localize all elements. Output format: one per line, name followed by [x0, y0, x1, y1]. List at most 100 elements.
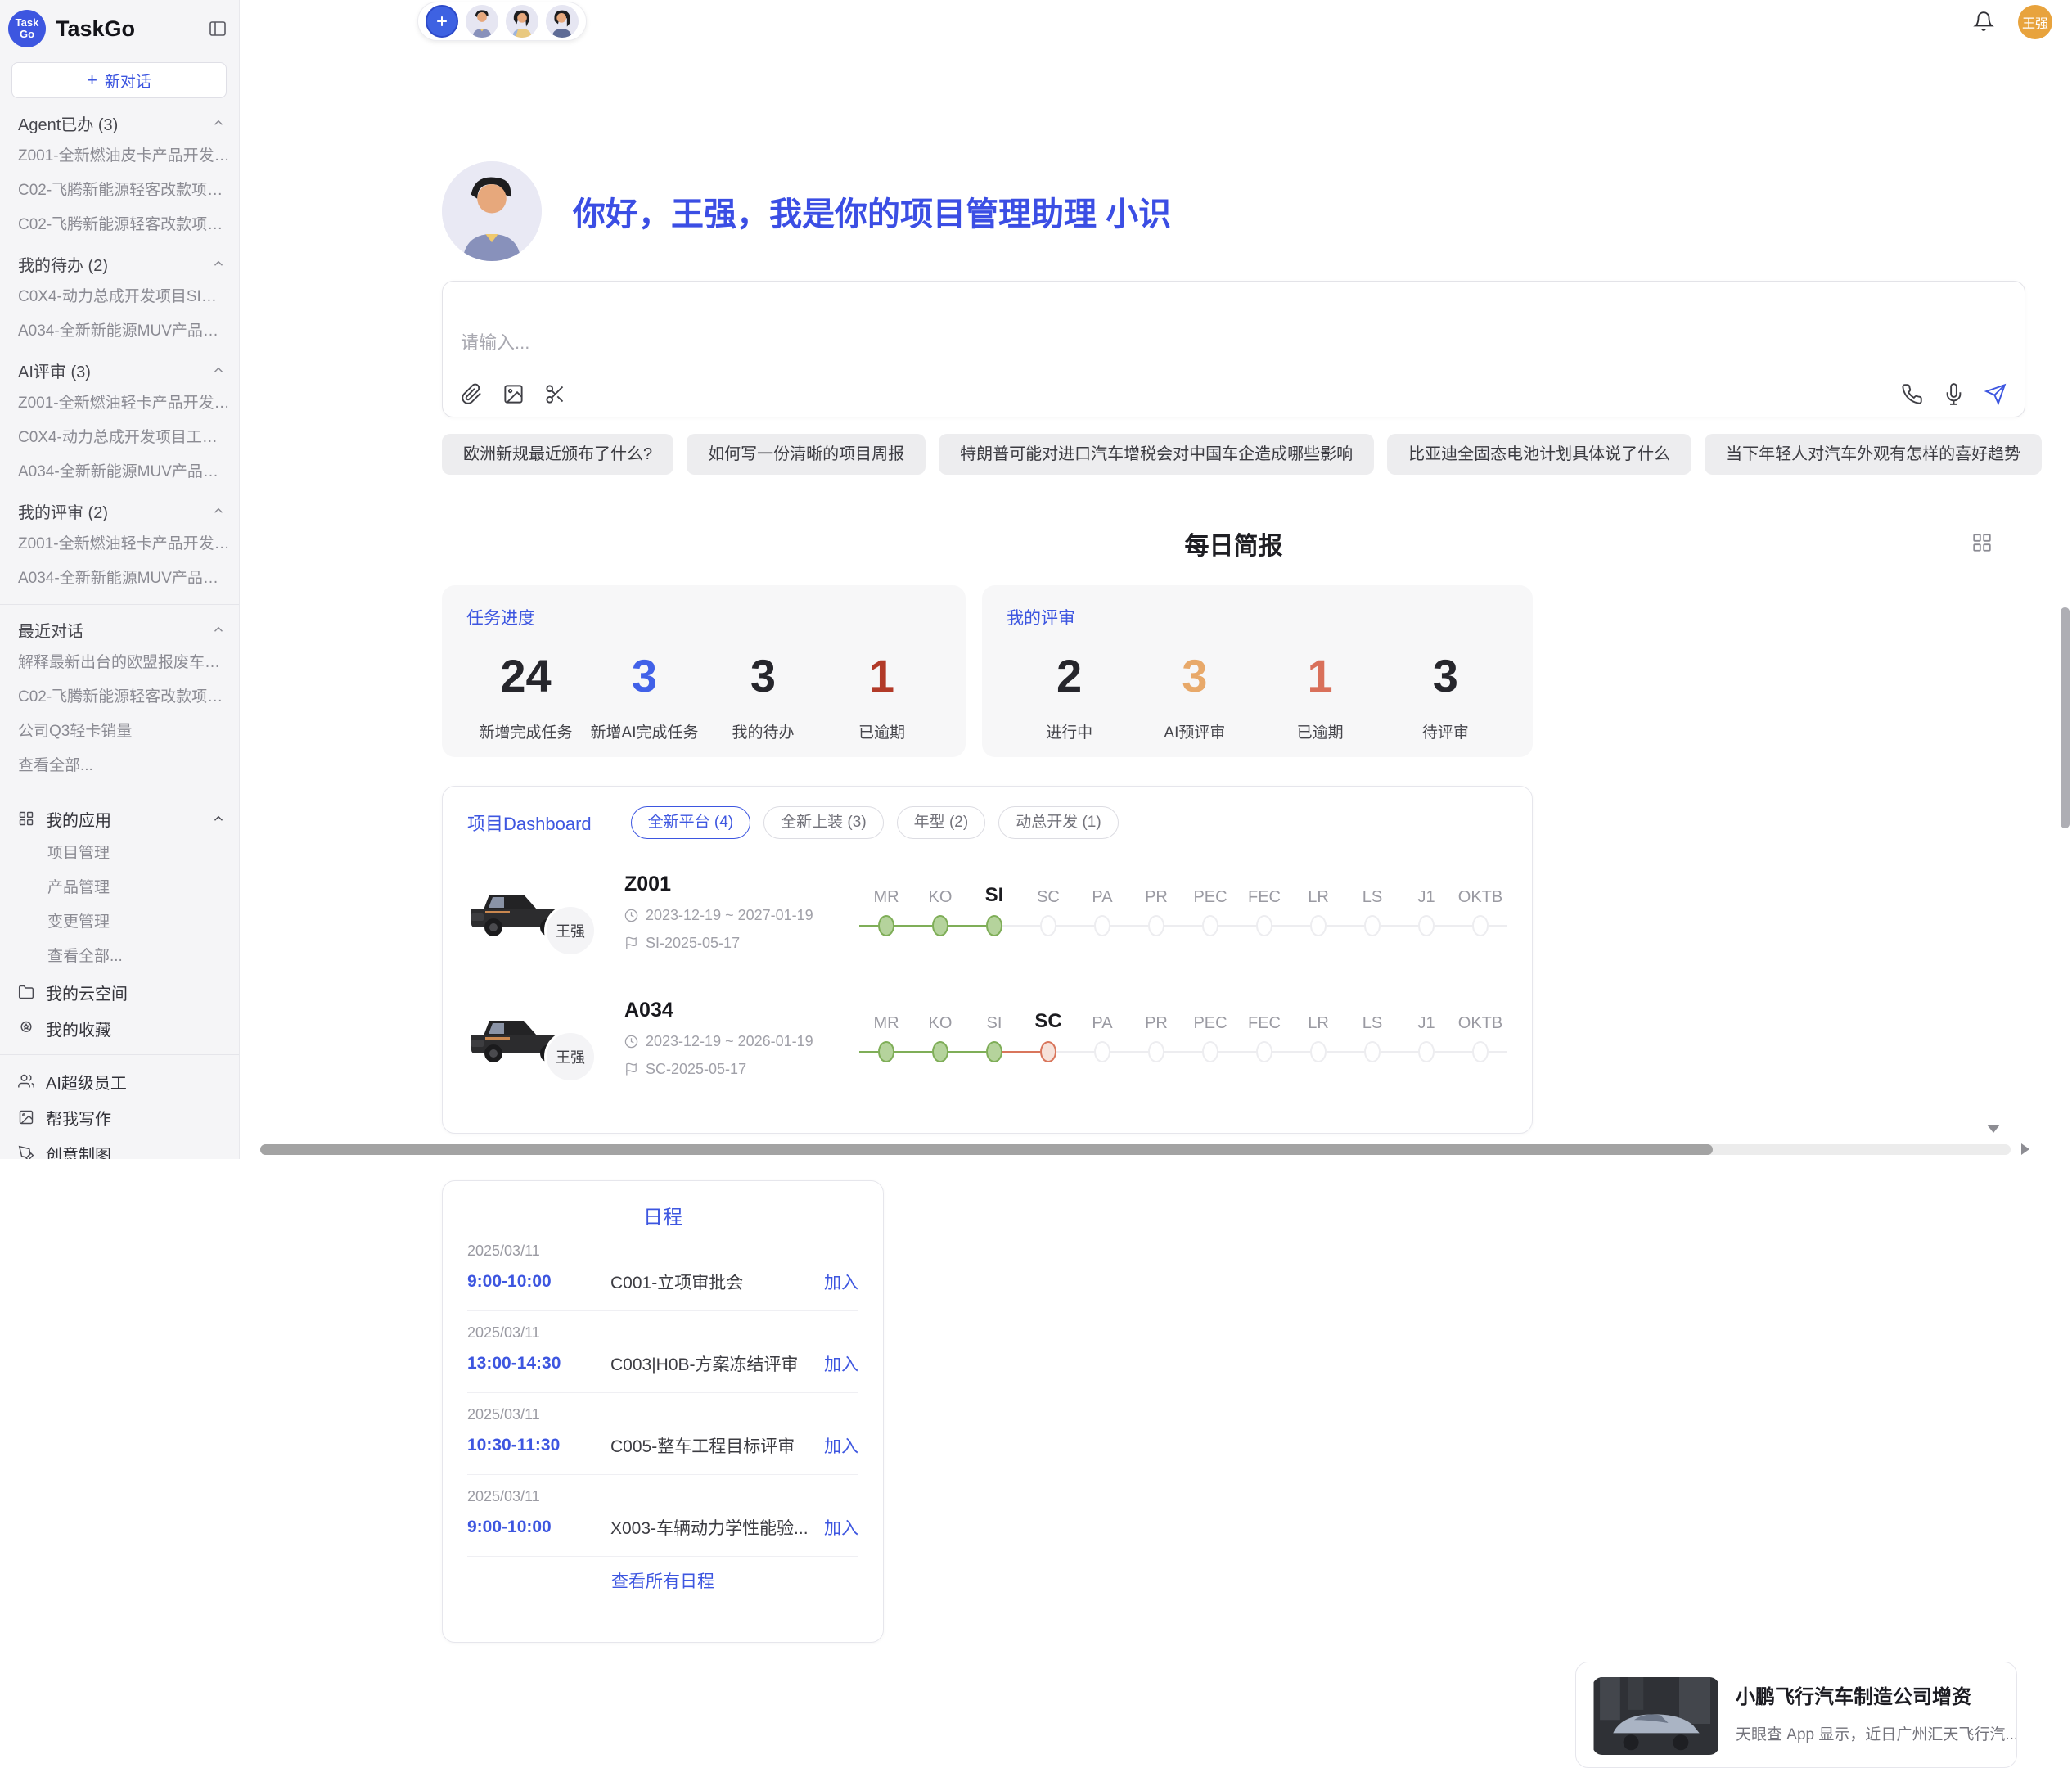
view-all-chats[interactable]: 查看全部... [0, 749, 239, 783]
filter-pill-new-platform[interactable]: 全新平台 (4) [631, 806, 751, 839]
join-link[interactable]: 加入 [824, 1270, 858, 1294]
project-row[interactable]: 王强 Z001 2023-12-19 ~ 2027-01-19 SI-2025-… [467, 859, 1507, 965]
message-input[interactable] [461, 332, 870, 354]
app-item-product-mgmt[interactable]: 产品管理 [0, 871, 239, 905]
join-link[interactable]: 加入 [824, 1351, 858, 1376]
suggestion-chip[interactable]: 如何写一份清晰的项目周报 [687, 434, 926, 475]
milestone-connector [1272, 1051, 1291, 1053]
milestone-label: LR [1308, 1013, 1329, 1040]
scissors-icon[interactable] [544, 383, 566, 405]
sidebar-item[interactable]: A034-全新新能源MUV产品开发项目造型可行性评审 [0, 562, 239, 596]
section-header-recent[interactable]: 最近对话 [0, 613, 239, 646]
app-item-project-mgmt[interactable]: 项目管理 [0, 837, 239, 871]
milestone-connector [1110, 1051, 1129, 1053]
new-chat-button[interactable]: + 新对话 [11, 62, 227, 98]
news-card[interactable]: 小鹏飞行汽车制造公司增资 天眼查 App 显示，近日广州汇天飞行汽... [1575, 1662, 2017, 1768]
phone-call-icon[interactable] [1901, 383, 1923, 405]
suggestion-chip[interactable]: 特朗普可能对进口汽车增税会对中国车企造成哪些影响 [939, 434, 1374, 475]
stat-value: 3 [1132, 649, 1257, 702]
milestone-node: LS [1345, 886, 1399, 937]
cloud-space-label: 我的云空间 [46, 981, 128, 1004]
vertical-scrollbar-thumb[interactable] [2061, 607, 2070, 828]
suggestion-chip[interactable]: 欧洲新规最近颁布了什么? [442, 434, 673, 475]
view-all-apps[interactable]: 查看全部... [0, 940, 239, 974]
attachment-icon[interactable] [461, 383, 483, 405]
sidebar-item[interactable]: A034-全新新能源MUV产品开发项目计划变更表编写 [0, 314, 239, 349]
section-header-agent-done[interactable]: Agent已办 (3) [0, 106, 239, 139]
stat-value: 3 [1383, 649, 1508, 702]
view-all-schedule-link[interactable]: 查看所有日程 [467, 1568, 858, 1593]
sidebar-item-write-helper[interactable]: 帮我写作 [0, 1099, 239, 1135]
image-upload-icon[interactable] [502, 383, 525, 405]
milestone-connector [1021, 1051, 1040, 1053]
join-link[interactable]: 加入 [824, 1433, 858, 1458]
sidebar-item[interactable]: C0X4-动力总成开发项目工程变更评审 [0, 421, 239, 455]
briefing-columns: 任务进度 24 新增完成任务 3 新增AI完成任务 3 [442, 585, 2025, 1134]
milestone-connector [1435, 1051, 1453, 1053]
suggestion-chips: 欧洲新规最近颁布了什么? 如何写一份清晰的项目周报 特朗普可能对进口汽车增税会对… [442, 434, 2025, 475]
milestone-connector [1183, 1051, 1202, 1053]
milestone-connector [1345, 925, 1364, 927]
sidebar-item[interactable]: Z001-全新燃油轻卡产品开发项目SI节点属性5D文件评审 [0, 527, 239, 562]
milestone-node: LR [1291, 886, 1345, 937]
milestone-node: KO [913, 1013, 967, 1063]
sidebar-item[interactable]: A034-全新新能源MUV产品开发项目法规符合性评审 [0, 455, 239, 489]
divider [0, 1054, 239, 1055]
users-icon [18, 1073, 34, 1089]
send-icon[interactable] [1984, 383, 2007, 405]
recent-chat-item[interactable]: C02-飞腾新能源轻客改款项目的闭环通告反馈情况 [0, 680, 239, 715]
sidebar-item-favorites[interactable]: 我的收藏 [0, 1010, 239, 1046]
chevron-up-icon [211, 811, 226, 826]
milestone-node: SC [1021, 1013, 1075, 1063]
filter-pill-new-body[interactable]: 全新上装 (3) [763, 806, 884, 839]
filter-pill-powertrain[interactable]: 动总开发 (1) [998, 806, 1119, 839]
recent-chat-item[interactable]: 公司Q3轻卡销量 [0, 715, 239, 749]
sidebar-item-ai-employee[interactable]: AI超级员工 [0, 1063, 239, 1099]
milestone-timeline: MRKOSISCPAPRPECFECLRLSJ1OKTB [859, 1013, 1507, 1063]
recent-chat-item[interactable]: 解释最新出台的欧盟报废车法规再生塑料比例被调至15%... [0, 646, 239, 680]
sidebar-item[interactable]: Z001-全新燃油轻卡产品开发项目SI造型提交物评审 [0, 386, 239, 421]
sidebar-item-cloud-space[interactable]: 我的云空间 [0, 974, 239, 1010]
layout-grid-icon[interactable] [1971, 532, 1993, 553]
project-row-partial[interactable] [467, 1106, 1507, 1134]
sidebar-item-my-apps[interactable]: 我的应用 [0, 801, 239, 837]
milestone-dot [1040, 915, 1056, 936]
suggestion-chip[interactable]: 当下年轻人对汽车外观有怎样的喜好趋势 [1705, 434, 2042, 475]
section-header-my-review[interactable]: 我的评审 (2) [0, 494, 239, 527]
stat: 3 我的待办 [704, 649, 822, 742]
scroll-down-arrow-icon[interactable] [1987, 1125, 2000, 1133]
horizontal-scrollbar[interactable] [260, 1144, 2011, 1155]
project-dashboard-card: 项目Dashboard 全新平台 (4) 全新上装 (3) 年型 (2) 动总开… [442, 786, 1533, 1134]
horizontal-scrollbar-thumb[interactable] [260, 1144, 1713, 1155]
filter-pill-year-model[interactable]: 年型 (2) [897, 806, 986, 839]
schedule-event: 2025/03/11 9:00-10:00 C001-立项审批会 加入 [467, 1229, 858, 1311]
sidebar-item[interactable]: C02-飞腾新能源轻客改款项目里程碑画布 [0, 174, 239, 208]
sidebar-item-creative-draw[interactable]: 创意制图 [0, 1135, 239, 1159]
milestone-connector [859, 925, 878, 927]
sidebar-collapse-icon[interactable] [208, 19, 227, 38]
sidebar-item[interactable]: C0X4-动力总成开发项目SI里程碑提交物检查 [0, 280, 239, 314]
sidebar-item[interactable]: C02-飞腾新能源轻客改款项目立项汇报方案 [0, 208, 239, 242]
project-row[interactable]: 王强 A034 2023-12-19 ~ 2026-01-19 SC-2025-… [467, 985, 1507, 1091]
milestone-label: J1 [1417, 1013, 1435, 1040]
app-item-change-mgmt[interactable]: 变更管理 [0, 905, 239, 940]
stat-value: 2 [1007, 649, 1132, 702]
milestone-node: PEC [1183, 886, 1237, 937]
milestone-node: MR [859, 886, 913, 937]
milestone-node: OKTB [1453, 1013, 1507, 1063]
milestone-connector [1237, 1051, 1256, 1053]
folder-icon [18, 984, 34, 1000]
project-car-image [467, 1120, 574, 1134]
suggestion-chip[interactable]: 比亚迪全固态电池计划具体说了什么 [1387, 434, 1691, 475]
section-header-my-todo[interactable]: 我的待办 (2) [0, 247, 239, 280]
schedule-card: 日程 2025/03/11 9:00-10:00 C001-立项审批会 加入 2… [442, 1180, 884, 1643]
microphone-icon[interactable] [1943, 383, 1965, 405]
sidebar-item[interactable]: Z001-全新燃油皮卡产品开发项目SI节点Lesson Learn报告 [0, 139, 239, 174]
scroll-right-arrow-icon[interactable] [2021, 1143, 2029, 1155]
event-time: 9:00-10:00 [467, 1518, 610, 1537]
composer-right-icons [1901, 383, 2007, 405]
milestone-connector [948, 1051, 967, 1053]
join-link[interactable]: 加入 [824, 1515, 858, 1540]
daily-brief-title: 每日简报 [442, 525, 2025, 562]
section-header-ai-review[interactable]: AI评审 (3) [0, 354, 239, 386]
